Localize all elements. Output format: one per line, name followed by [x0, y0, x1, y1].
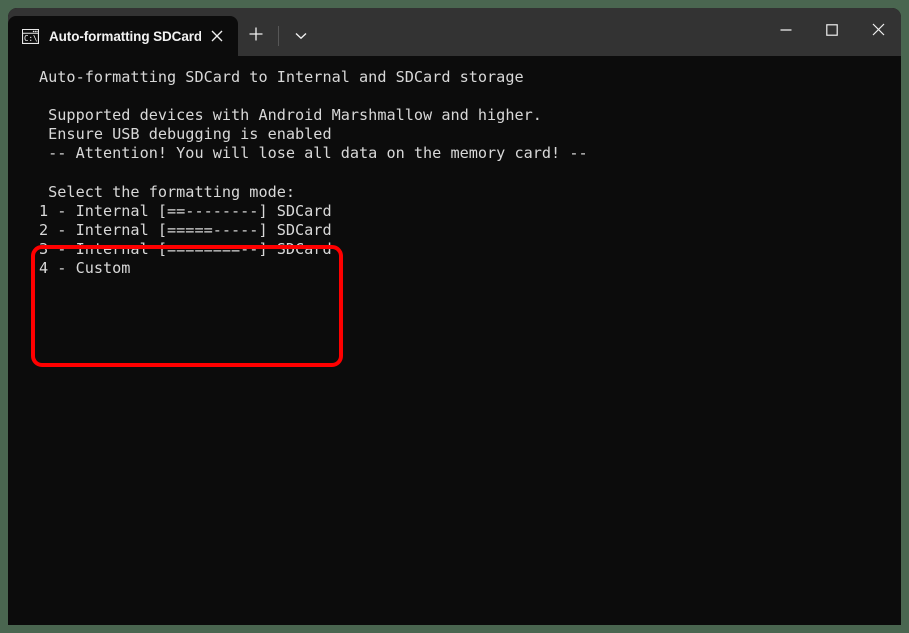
maximize-icon [826, 23, 838, 41]
maximize-button[interactable] [809, 8, 855, 56]
new-tab-button[interactable] [238, 16, 274, 56]
chevron-down-icon [295, 27, 307, 45]
console-cmd-icon: C:\ [21, 28, 40, 44]
window-controls [763, 8, 901, 56]
svg-text:C:\: C:\ [24, 34, 38, 43]
tab-auto-formatting-sdcard[interactable]: C:\ Auto-formatting SDCard to In [8, 16, 238, 56]
tab-title: Auto-formatting SDCard to In [49, 28, 201, 44]
console-text: Auto-formatting SDCard to Internal and S… [39, 68, 588, 277]
tab-close-icon[interactable] [205, 24, 229, 48]
terminal-window: C:\ Auto-formatting SDCard to In [8, 8, 901, 625]
window-close-button[interactable] [855, 8, 901, 56]
tab-dropdown-button[interactable] [283, 16, 319, 56]
terminal-output-area[interactable]: Auto-formatting SDCard to Internal and S… [8, 56, 901, 625]
desktop-backdrop: C:\ Auto-formatting SDCard to In [0, 0, 909, 633]
plus-icon [249, 27, 263, 46]
window-titlebar: C:\ Auto-formatting SDCard to In [8, 8, 901, 56]
toolbar-divider [278, 26, 279, 46]
minimize-button[interactable] [763, 8, 809, 56]
minimize-icon [780, 23, 792, 41]
close-icon [872, 23, 885, 41]
